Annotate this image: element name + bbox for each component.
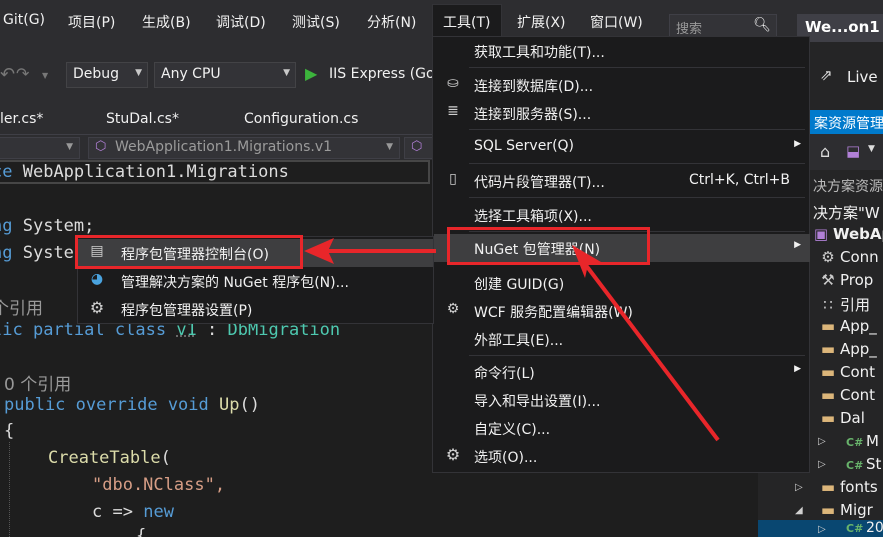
annotation-arrow-to-nuget bbox=[572, 245, 720, 442]
annotation-arrows bbox=[304, 238, 720, 442]
annotation-arrow-to-console bbox=[304, 238, 436, 264]
